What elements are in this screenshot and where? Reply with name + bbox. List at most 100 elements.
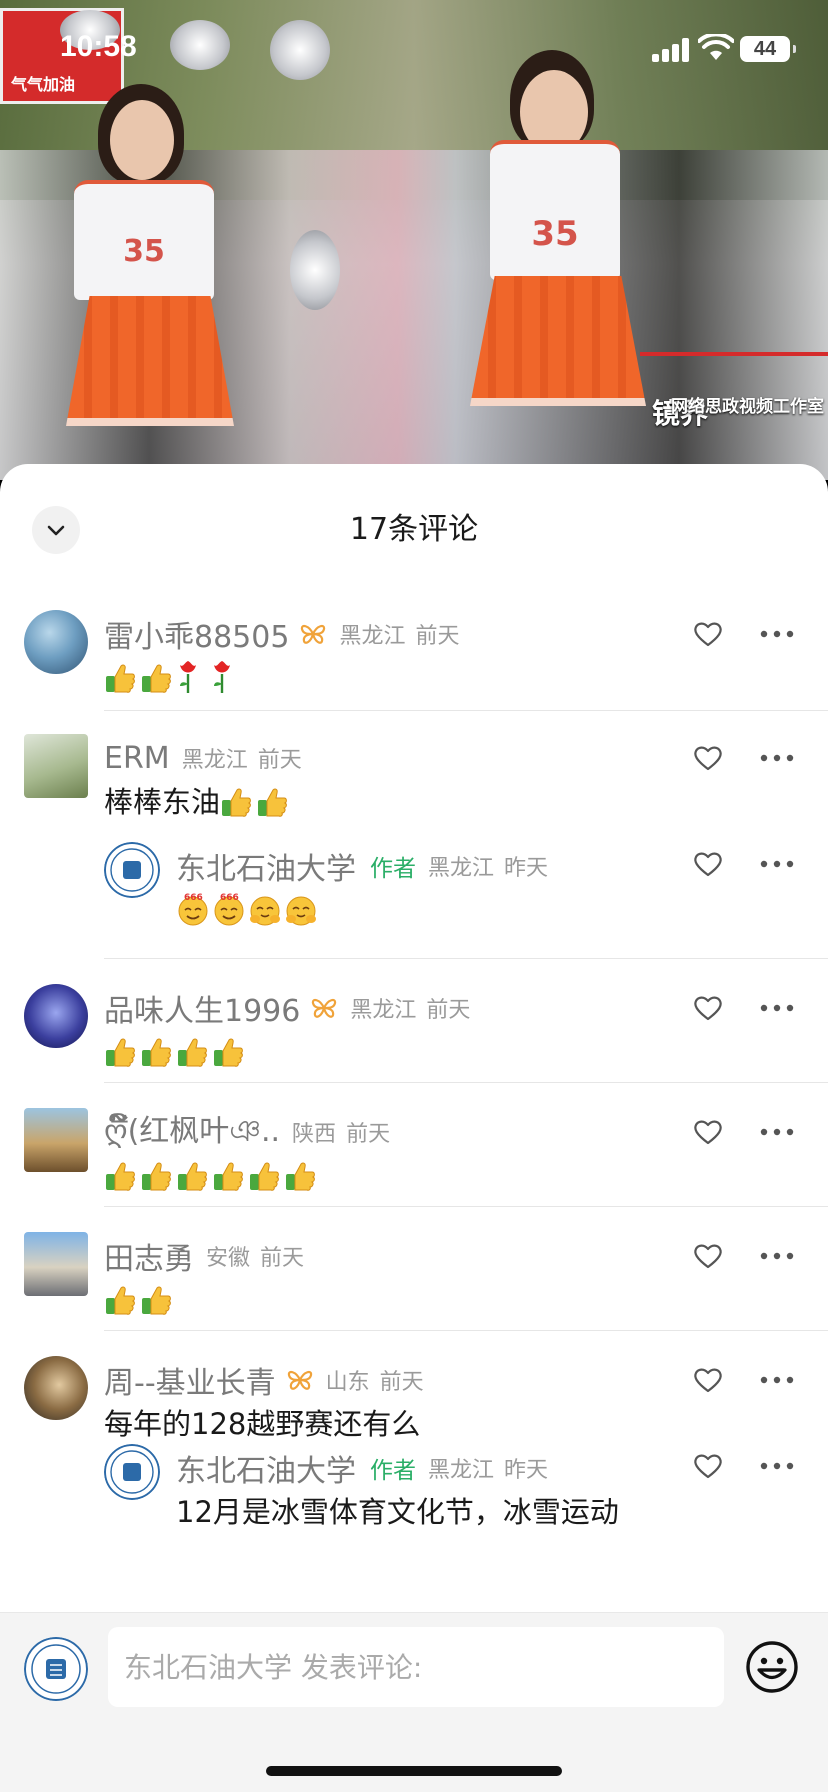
comment-text: 棒棒东油 <box>104 782 292 822</box>
timestamp: 前天 <box>379 1370 424 1395</box>
timestamp: 昨天 <box>504 1458 549 1483</box>
orange-skirt <box>66 296 234 426</box>
location: 黑龙江 <box>428 1458 495 1483</box>
more-dots-icon[interactable] <box>760 1252 794 1260</box>
author-tag: 作者 <box>370 856 416 882</box>
comment-divider <box>104 958 828 959</box>
username[interactable]: ERM <box>104 741 170 776</box>
username[interactable]: 雷小乖88505 <box>104 612 289 656</box>
rose-icon <box>214 661 230 693</box>
more-dots-icon[interactable] <box>760 754 794 762</box>
heart-outline-icon[interactable] <box>692 850 724 878</box>
thumbs-up-icon <box>178 1038 207 1067</box>
svg-text:666: 666 <box>184 893 203 903</box>
cheerleader-left: 35 <box>60 10 280 480</box>
comment-text <box>104 1156 320 1196</box>
more-dots-icon[interactable] <box>760 1376 794 1384</box>
reply-item: 东北石油大学 作者 黑龙江 昨天 12月是冰雪体育文化节，冰雪运动 <box>0 1444 828 1544</box>
thumbs-up-icon <box>222 788 251 817</box>
heart-outline-icon[interactable] <box>692 744 724 772</box>
thumbs-up-icon <box>214 1038 243 1067</box>
username[interactable]: 品味人生1996 <box>104 986 300 1030</box>
timestamp: 前天 <box>426 998 471 1023</box>
face-666-icon: 666 <box>214 893 244 926</box>
thumbs-up-icon <box>178 1162 207 1191</box>
location: 黑龙江 <box>339 624 406 649</box>
avatar[interactable] <box>104 842 160 898</box>
heart-outline-icon[interactable] <box>692 1366 724 1394</box>
comment-item: 周--基业长青 山东 前天每年的128越野赛还有么 <box>0 1356 828 1456</box>
rose-icon <box>180 661 196 693</box>
timestamp: 前天 <box>415 624 460 649</box>
more-dots-icon[interactable] <box>760 1128 794 1136</box>
avatar[interactable] <box>24 984 88 1048</box>
comment-item: 田志勇 安徽 前天 <box>0 1232 828 1332</box>
thumbs-up-icon <box>142 1286 171 1315</box>
wifi-icon <box>698 34 734 60</box>
heart-outline-icon[interactable] <box>692 1242 724 1270</box>
watermark-text: 网络思政视频工作室 <box>671 397 824 417</box>
location: 陕西 <box>292 1122 337 1147</box>
heart-outline-icon[interactable] <box>692 1452 724 1480</box>
heart-outline-icon[interactable] <box>692 1118 724 1146</box>
comment-divider <box>104 1082 828 1083</box>
butterfly-badge-icon <box>287 1370 312 1390</box>
timestamp: 前天 <box>257 748 302 773</box>
avatar[interactable] <box>24 1232 88 1296</box>
avatar[interactable] <box>104 1444 160 1500</box>
username[interactable]: ღ໌້ີ(红枫叶ঞ.. <box>104 1106 280 1158</box>
username[interactable]: 周--基业长青 <box>104 1358 276 1402</box>
jersey: 35 <box>490 140 620 280</box>
location: 黑龙江 <box>181 748 248 773</box>
home-indicator[interactable] <box>266 1766 562 1776</box>
heart-outline-icon[interactable] <box>692 994 724 1022</box>
timestamp: 昨天 <box>504 856 549 881</box>
jersey-number: 35 <box>123 234 165 269</box>
more-dots-icon[interactable] <box>760 630 794 638</box>
thumbs-up-icon <box>106 1286 135 1315</box>
avatar[interactable] <box>24 734 88 798</box>
more-dots-icon[interactable] <box>760 1004 794 1012</box>
svg-text:666: 666 <box>220 893 239 903</box>
comment-item: ღ໌້ີ(红枫叶ঞ.. 陕西 前天 <box>0 1108 828 1208</box>
username[interactable]: 田志勇 <box>104 1234 194 1278</box>
thumbs-up-icon <box>286 1162 315 1191</box>
cellular-signal-icon <box>652 38 692 62</box>
thumbs-up-icon <box>106 1038 135 1067</box>
comment-text <box>104 1032 248 1072</box>
sheet-header: 17条评论 <box>0 464 828 592</box>
location: 黑龙江 <box>350 998 417 1023</box>
more-dots-icon[interactable] <box>760 1462 794 1470</box>
avatar[interactable] <box>24 610 88 674</box>
jersey: 35 <box>74 180 214 300</box>
comment-meta: 雷小乖88505 黑龙江 前天 <box>104 612 460 656</box>
face-hug-icon <box>286 896 316 926</box>
avatar[interactable] <box>24 1108 88 1172</box>
comment-input[interactable] <box>108 1627 724 1707</box>
location: 山东 <box>325 1370 370 1395</box>
thumbs-up-icon <box>106 664 135 693</box>
status-time: 10:58 <box>60 30 137 63</box>
username[interactable]: 东北石油大学 <box>176 1446 356 1490</box>
jersey-number: 35 <box>531 214 579 254</box>
comment-meta: ERM 黑龙江 前天 <box>104 738 302 778</box>
comment-text-content: 每年的128越野赛还有么 <box>104 1407 421 1441</box>
comment-divider <box>104 1206 828 1207</box>
comment-item: 品味人生1996 黑龙江 前天 <box>0 984 828 1084</box>
status-bar: 10:58 44 <box>0 0 828 100</box>
timestamp: 前天 <box>260 1246 305 1271</box>
emoji-smile-icon[interactable] <box>744 1639 800 1695</box>
comment-text: 12月是冰雪体育文化节，冰雪运动 <box>176 1492 619 1532</box>
comment-count-title: 17条评论 <box>349 512 479 547</box>
face <box>110 100 174 180</box>
comment-sheet: 17条评论 雷小乖88505 黑龙江 前天 ERM 黑龙江 前天 棒棒东油 东北石油大学 作者黑… <box>0 464 828 1792</box>
location: 黑龙江 <box>428 856 495 881</box>
current-user-avatar[interactable] <box>24 1637 88 1701</box>
heart-outline-icon[interactable] <box>692 620 724 648</box>
avatar[interactable] <box>24 1356 88 1420</box>
thumbs-up-icon <box>142 1038 171 1067</box>
butterfly-badge-icon <box>301 624 326 644</box>
username[interactable]: 东北石油大学 <box>176 844 356 888</box>
battery-indicator: 44 <box>740 36 796 62</box>
more-dots-icon[interactable] <box>760 860 794 868</box>
